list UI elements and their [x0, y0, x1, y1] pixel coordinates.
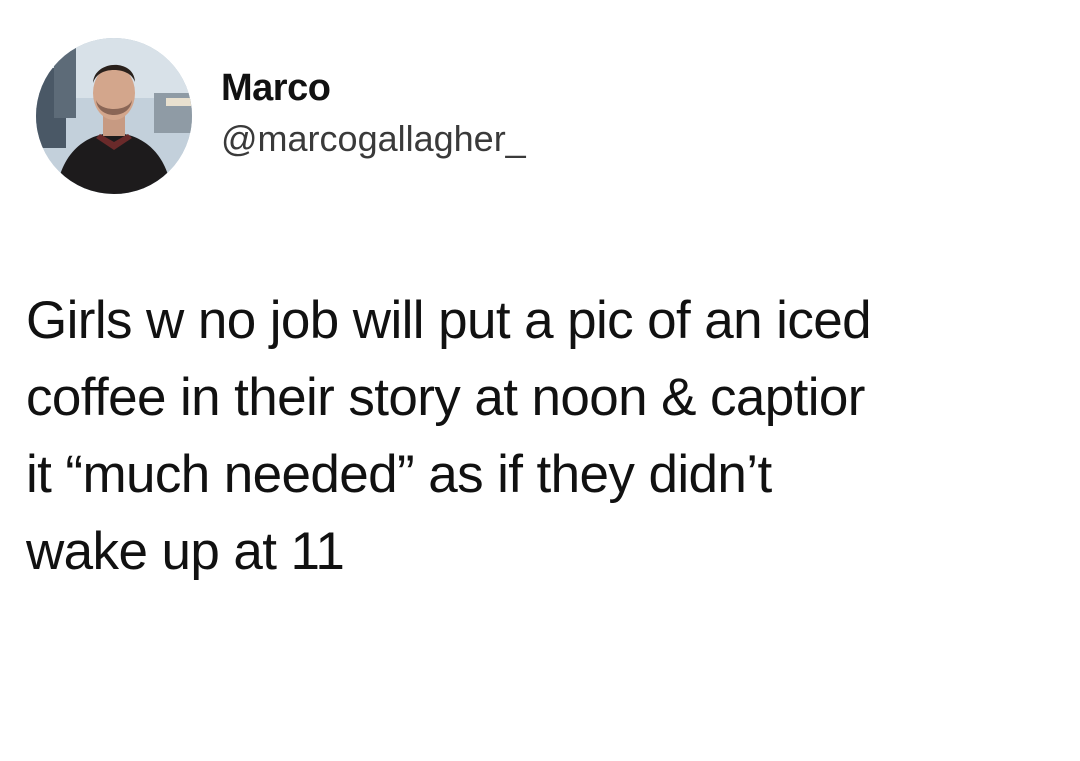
avatar[interactable] [36, 38, 192, 194]
tweet-card: Marco @marcogallagher_ Girls w no job wi… [0, 0, 1080, 761]
tweet-text: Girls w no job will put a pic of an iced… [26, 282, 1066, 590]
tweet-text-line: coffee in their story at noon & captior [26, 368, 865, 427]
author-display-name[interactable]: Marco [221, 66, 526, 110]
author-handle[interactable]: @marcogallagher_ [221, 116, 526, 162]
profile-photo-icon [36, 38, 192, 194]
author-names: Marco @marcogallagher_ [221, 66, 526, 162]
tweet-header: Marco @marcogallagher_ [36, 38, 1036, 198]
tweet-text-line: it “much needed” as if they didn’t [26, 445, 772, 504]
tweet-text-line: Girls w no job will put a pic of an iced [26, 291, 872, 350]
tweet-text-line: wake up at 11 [26, 522, 345, 581]
